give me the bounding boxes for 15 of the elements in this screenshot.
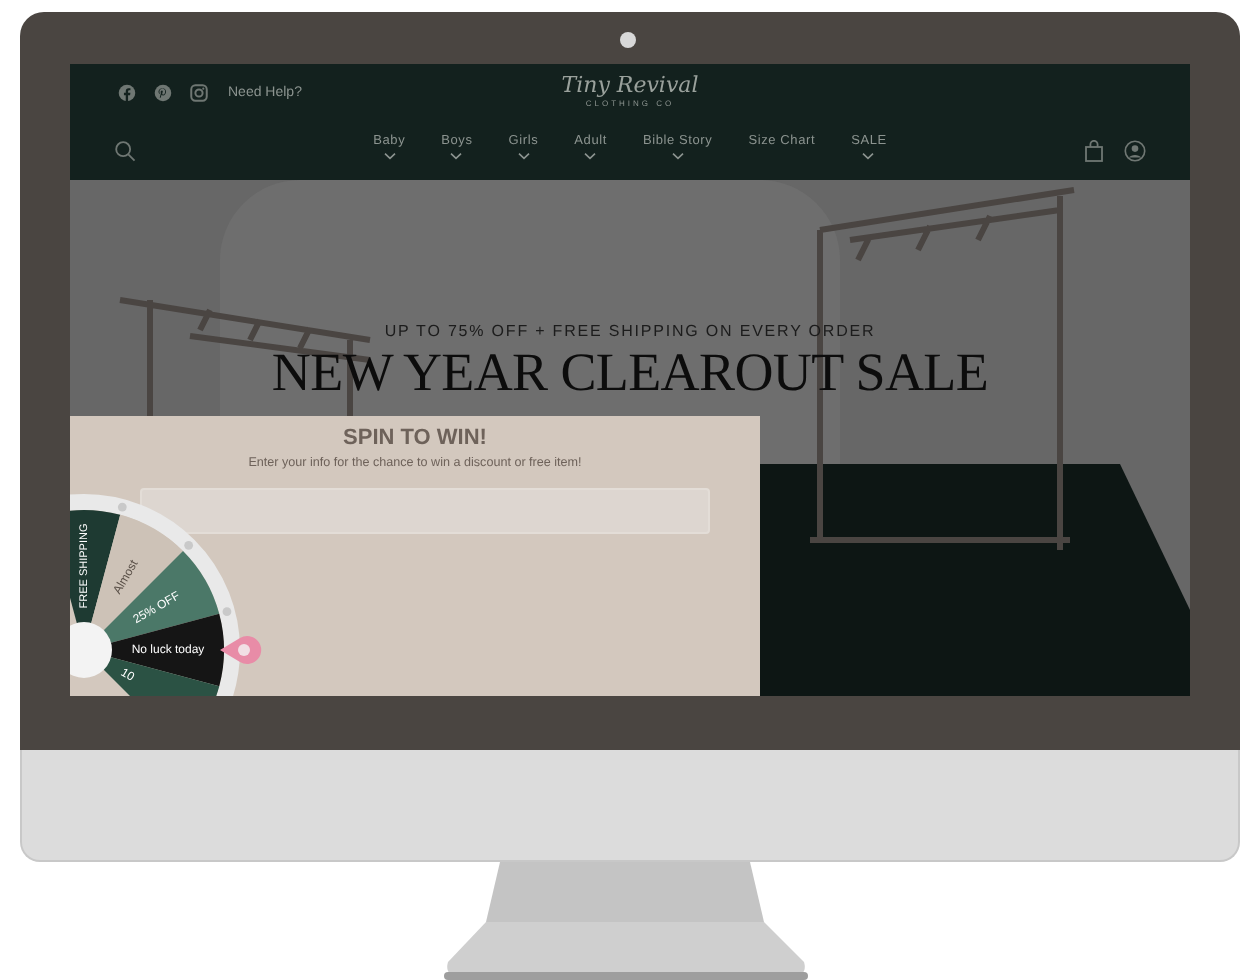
popup-title: SPIN TO WIN!: [343, 426, 487, 452]
promo-kicker: UP TO 75% OFF + FREE SHIPPING ON EVERY ORDER: [384, 320, 876, 342]
wheel-pointer: [220, 636, 262, 664]
shopping-bag-icon[interactable]: [1084, 139, 1104, 161]
account-icon[interactable]: [1124, 139, 1146, 161]
search-icon[interactable]: [114, 139, 136, 161]
wheel-peg: [222, 607, 232, 617]
facebook-icon[interactable]: [118, 83, 136, 101]
instagram-icon[interactable]: [190, 83, 208, 101]
wheel-hub[interactable]: [70, 622, 112, 678]
wheel-peg: [117, 502, 127, 512]
pinterest-icon[interactable]: [154, 83, 172, 101]
wheel-peg: [184, 540, 194, 550]
input-field[interactable]: [140, 488, 710, 534]
sale-headline: NEW YEAR CLEAROUT SALE: [271, 342, 989, 402]
